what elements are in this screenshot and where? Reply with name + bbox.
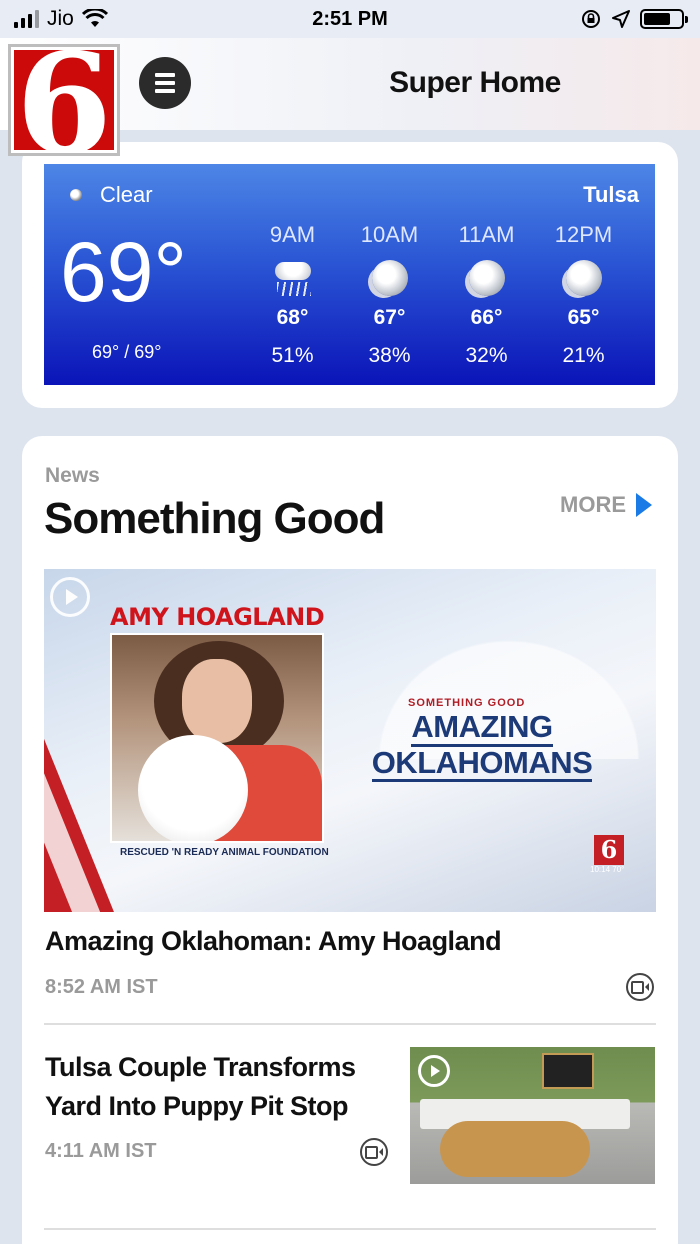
menu-icon-bar	[155, 81, 175, 85]
section-label: News	[45, 464, 100, 487]
sign-graphic	[542, 1053, 594, 1089]
forecast-hour: 9AM 68° 51%	[244, 222, 341, 368]
menu-icon-bar	[155, 89, 175, 93]
forecast-temp: 67°	[373, 306, 406, 329]
hero-brand-line2: OKLAHOMANS	[371, 746, 593, 783]
menu-button[interactable]	[139, 57, 191, 109]
play-arrow-icon	[636, 493, 652, 517]
dog-graphic	[440, 1121, 590, 1177]
menu-icon-bar	[155, 73, 175, 77]
news-card: News Something Good MORE AMY HOAGLAND RE…	[22, 436, 678, 1244]
current-temperature: 69°	[60, 225, 188, 319]
hero-brand: AMAZING OKLAHOMANS	[352, 710, 612, 783]
article-time: 4:11 AM IST	[45, 1140, 157, 1162]
forecast-time: 10AM	[360, 222, 419, 247]
divider	[44, 1228, 656, 1230]
forecast-hour: 11AM 66° 32%	[438, 222, 535, 368]
night-clear-icon	[468, 260, 505, 296]
night-clear-icon	[565, 260, 602, 296]
forecast-precip: 38%	[368, 344, 411, 367]
weather-card[interactable]: Clear Tulsa 69° 69° / 69° 9AM 68° 51% 10…	[22, 142, 678, 408]
hero-brand-line1: AMAZING	[411, 710, 553, 747]
forecast-hour: 12PM 65° 21%	[535, 222, 632, 368]
channel-badge: 6	[594, 835, 624, 865]
forecast-precip: 21%	[562, 344, 605, 367]
wifi-icon	[81, 9, 108, 27]
forecast-temp: 66°	[470, 306, 503, 329]
high-low-temperature: 69° / 69°	[92, 342, 162, 362]
hero-name-overlay: AMY HOAGLAND	[110, 603, 325, 631]
weather-panel[interactable]: Clear Tulsa 69° 69° / 69° 9AM 68° 51% 10…	[44, 164, 655, 385]
article-thumbnail[interactable]	[410, 1047, 655, 1184]
forecast-time: 9AM	[269, 222, 316, 247]
signal-icon	[14, 10, 39, 28]
location-icon	[612, 10, 630, 28]
hero-photo	[110, 633, 324, 843]
video-icon	[626, 973, 654, 1001]
weather-condition: Clear	[70, 182, 153, 208]
forecast-temp: 65°	[567, 306, 600, 329]
more-button[interactable]: MORE	[560, 492, 652, 518]
play-icon	[50, 577, 90, 617]
divider	[44, 1023, 656, 1025]
logo-icon: 6	[14, 50, 114, 150]
battery-icon	[640, 9, 688, 29]
more-label: MORE	[560, 492, 626, 517]
forecast-precip: 32%	[465, 344, 508, 367]
hourly-forecast: 9AM 68° 51% 10AM 67° 38% 11AM 66° 32% 12…	[244, 222, 632, 368]
play-icon	[418, 1055, 450, 1087]
section-title: Something Good	[44, 494, 385, 543]
article-time: 8:52 AM IST	[45, 976, 158, 998]
rain-cloud-icon	[271, 258, 315, 298]
hero-brand-small: SOMETHING GOOD	[408, 697, 526, 709]
article-title[interactable]: Amazing Oklahoman: Amy Hoagland	[45, 926, 502, 957]
hero-caption-overlay: RESCUED 'N READY ANIMAL FOUNDATION	[120, 847, 329, 858]
weather-city: Tulsa	[583, 182, 639, 207]
forecast-time: 12PM	[554, 222, 613, 247]
status-bar: Jio 2:51 PM	[0, 0, 700, 38]
condition-label: Clear	[100, 182, 153, 207]
forecast-hour: 10AM 67° 38%	[341, 222, 438, 368]
carrier-label: Jio	[47, 7, 74, 30]
rotation-lock-icon	[582, 10, 600, 28]
status-right	[580, 8, 688, 30]
status-left: Jio	[14, 7, 108, 31]
channel-badge-time: 10:14 70°	[590, 865, 625, 874]
forecast-temp: 68°	[276, 306, 309, 329]
moon-icon	[70, 189, 82, 201]
video-icon	[360, 1138, 388, 1166]
night-clear-icon	[371, 260, 408, 296]
station-logo[interactable]: 6	[8, 44, 120, 156]
page-title: Super Home	[389, 66, 561, 99]
forecast-time: 11AM	[458, 222, 515, 247]
forecast-precip: 51%	[271, 344, 314, 367]
article-title[interactable]: Tulsa Couple Transforms Yard Into Puppy …	[45, 1048, 395, 1126]
hero-video-thumbnail[interactable]: AMY HOAGLAND RESCUED 'N READY ANIMAL FOU…	[44, 569, 656, 912]
